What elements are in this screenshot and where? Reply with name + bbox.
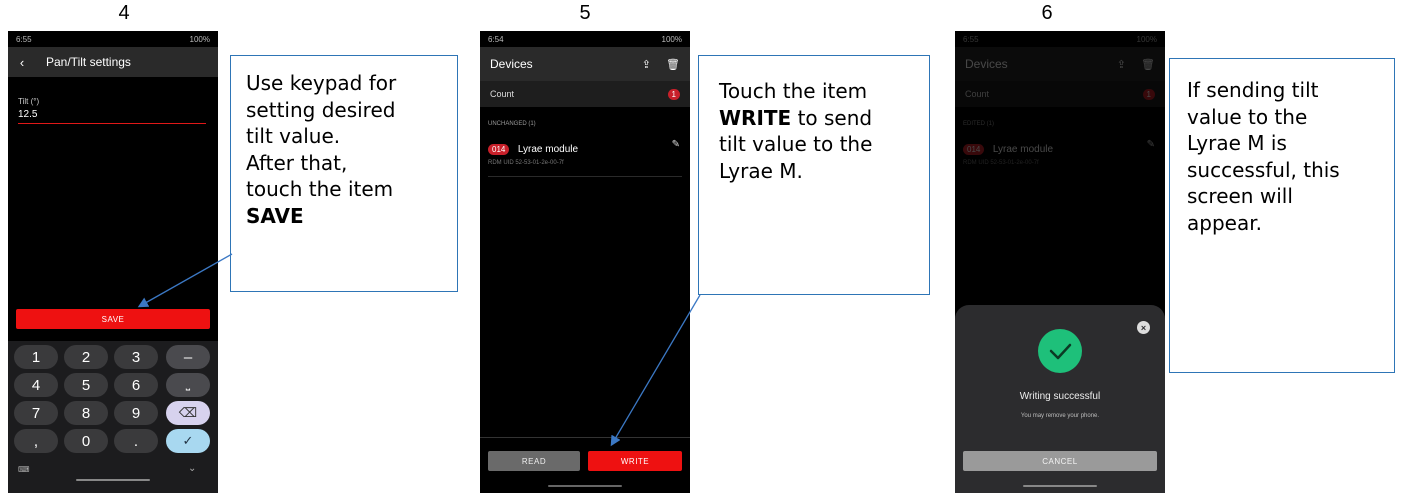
arrow-to-save xyxy=(137,253,233,308)
pointer-arrows xyxy=(137,253,701,447)
arrow-to-write xyxy=(610,294,701,447)
